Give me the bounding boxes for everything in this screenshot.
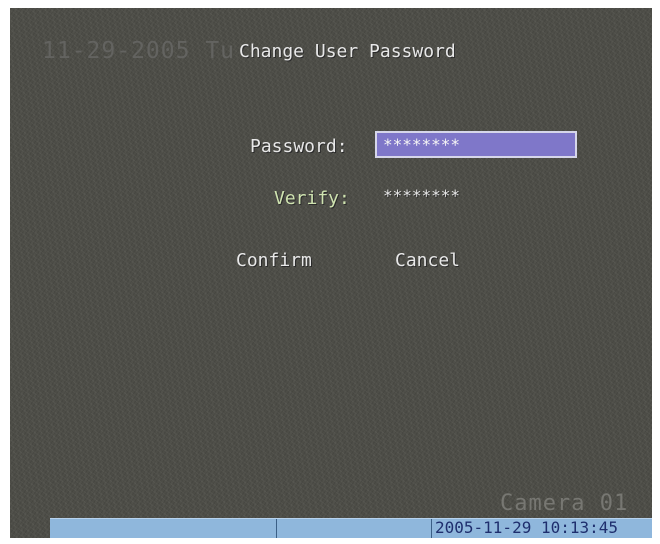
camera-name-overlay: Camera 01 (500, 491, 629, 516)
status-segment (277, 519, 432, 538)
cancel-button[interactable]: Cancel (395, 250, 460, 271)
password-field[interactable]: ******** (375, 131, 577, 158)
video-screen: 11-29-2005 Tu Camera 01 Change User Pass… (10, 8, 652, 538)
confirm-button[interactable]: Confirm (236, 250, 312, 271)
verify-label: Verify: (274, 188, 350, 209)
status-bar: 2005-11-29 10:13:45 (50, 518, 652, 538)
dialog-title: Change User Password (239, 41, 456, 62)
password-label: Password: (250, 136, 348, 157)
verify-field[interactable]: ******** (383, 186, 460, 205)
status-segment (50, 519, 277, 538)
status-datetime: 2005-11-29 10:13:45 (435, 518, 619, 537)
video-date-overlay: 11-29-2005 Tu (42, 38, 236, 64)
